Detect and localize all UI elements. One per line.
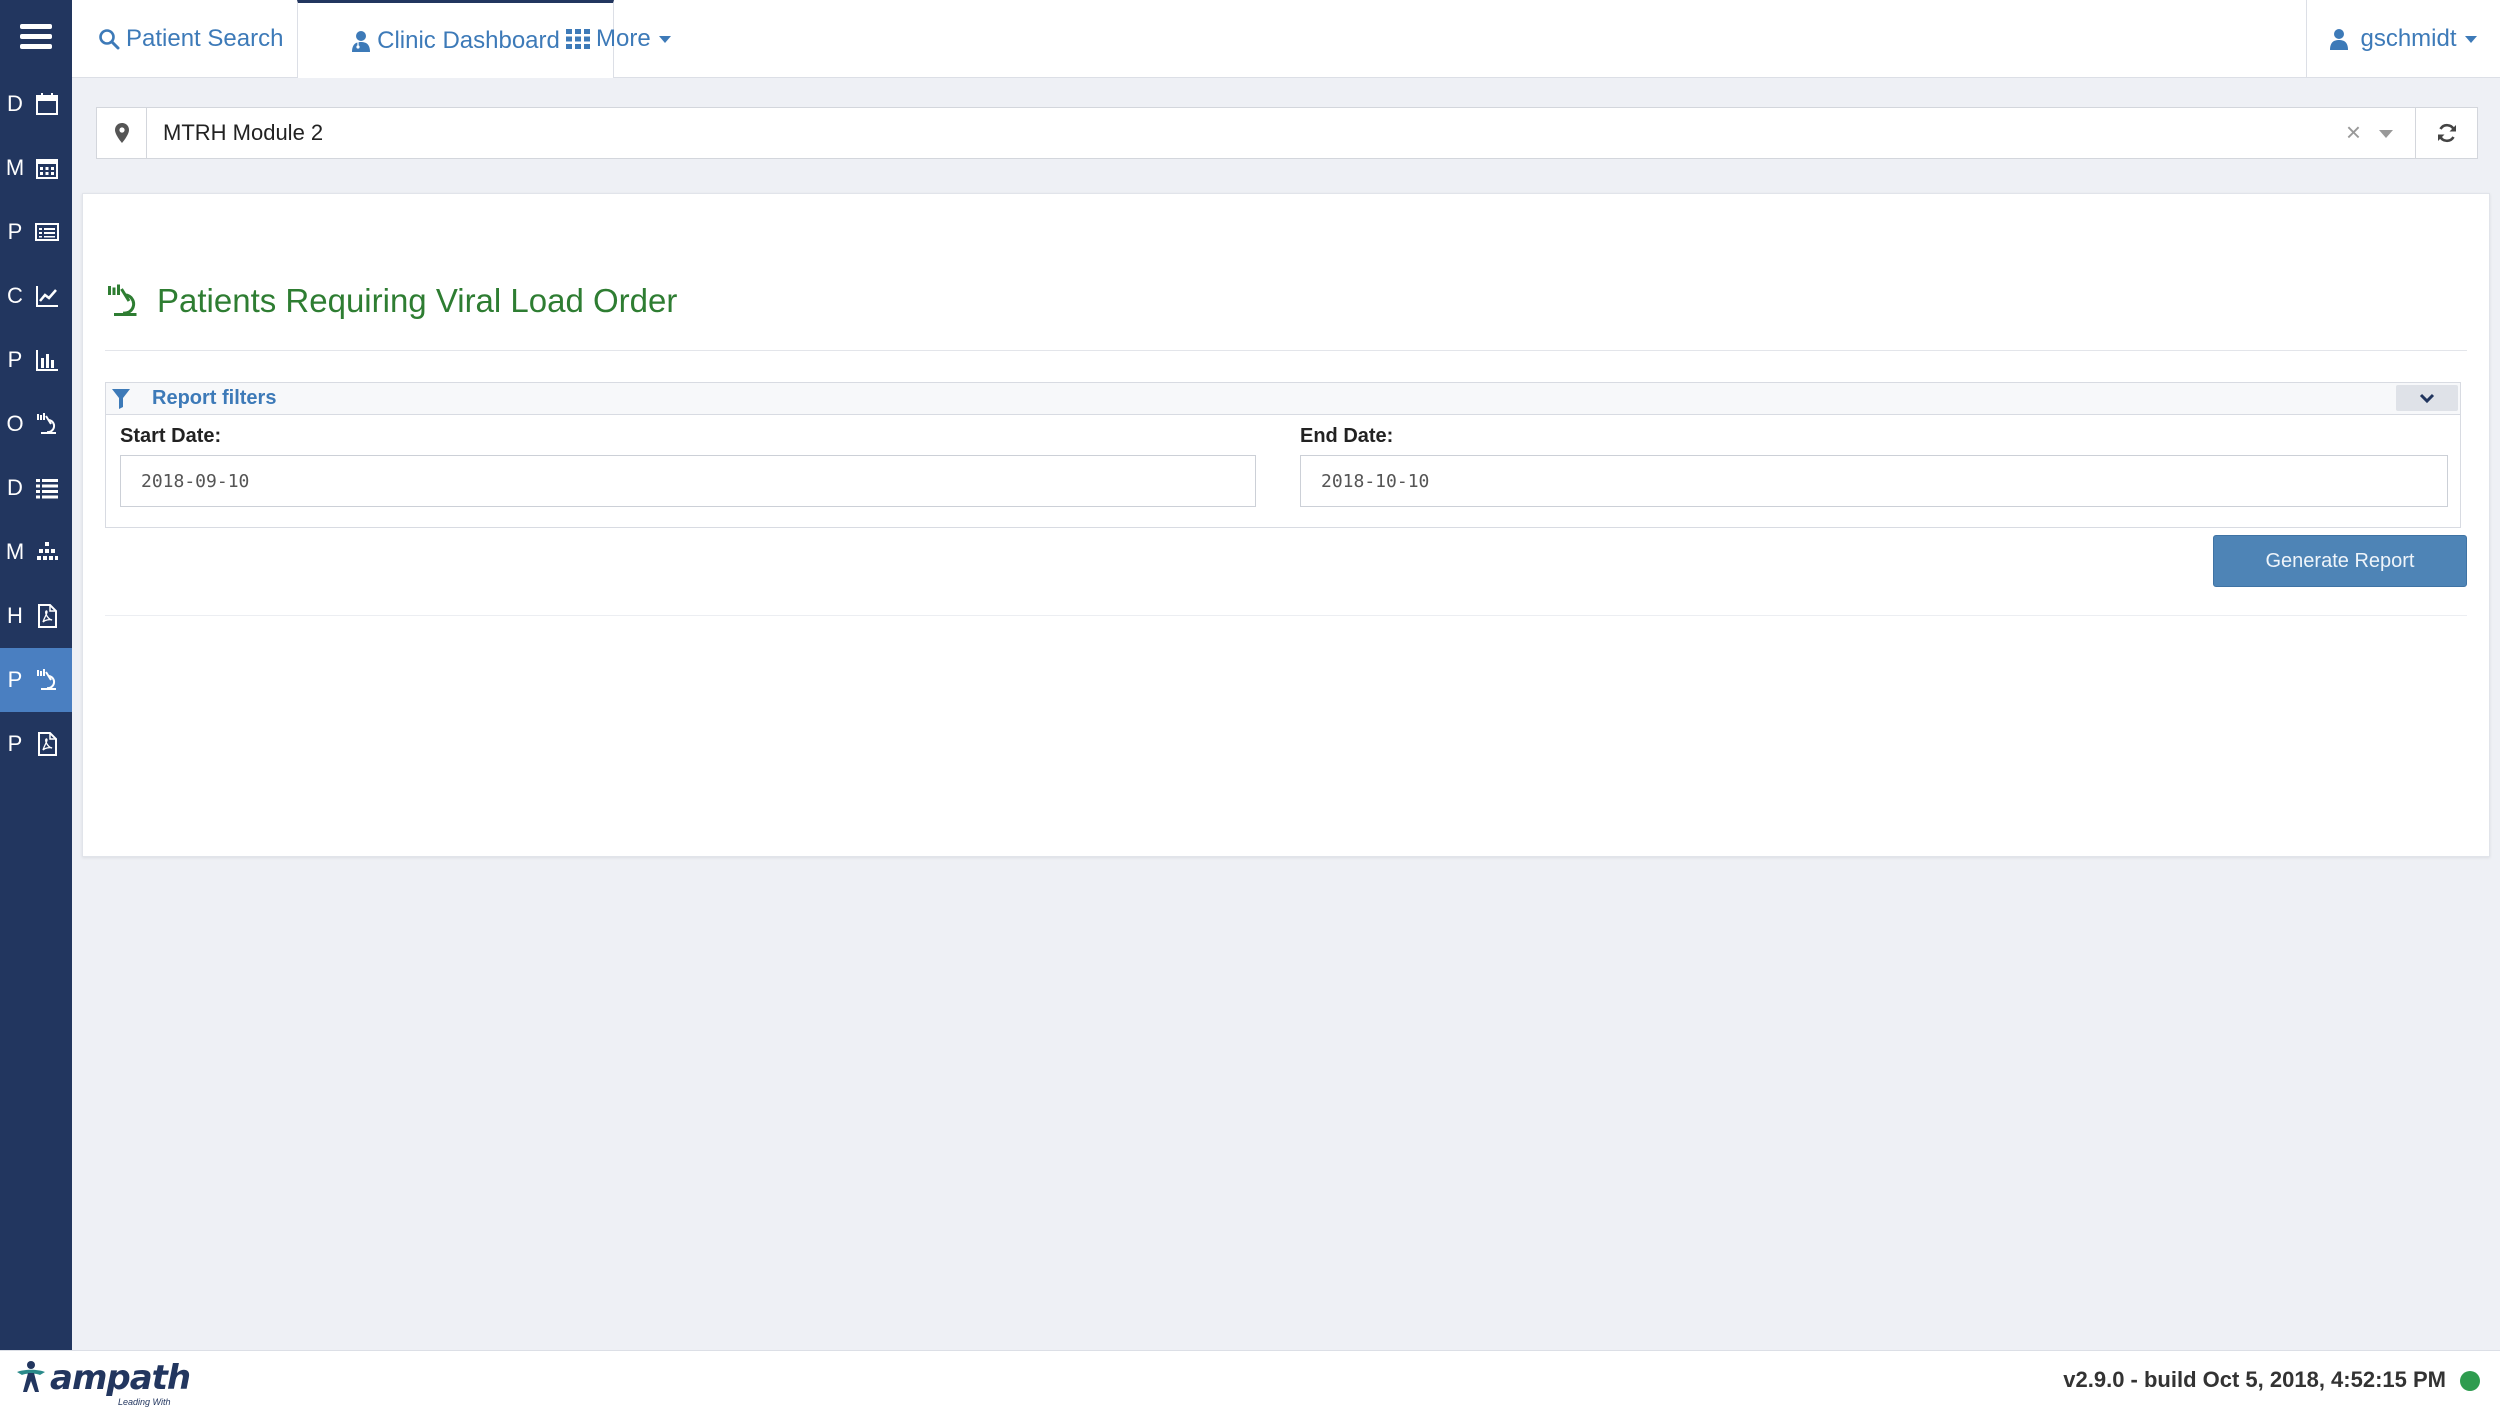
report-filters-label: Report filters [152, 387, 277, 409]
sidebar-item-hiv-summary[interactable]: H [0, 584, 72, 648]
sidebar-item-letter: P [7, 347, 23, 372]
location-selector: MTRH Module 2 × [96, 107, 2478, 159]
refresh-icon [2436, 122, 2458, 144]
start-date-value: 2018-09-10 [141, 470, 250, 492]
sidebar-item-letter: O [6, 411, 24, 436]
hamburger-icon [20, 19, 52, 54]
list-icon [34, 475, 60, 501]
sidebar-item-letter: C [7, 283, 23, 308]
user-md-icon [351, 30, 371, 52]
tab-patient-search-label: Patient Search [126, 25, 284, 52]
sidebar-item-viral-load-order[interactable]: P [0, 648, 72, 712]
menu-toggle-button[interactable] [0, 0, 72, 72]
calendar-icon [34, 91, 60, 117]
divider [105, 350, 2467, 351]
end-date-input[interactable]: 2018-10-10 [1300, 455, 2448, 507]
filter-icon [112, 388, 130, 409]
grid-icon [566, 29, 590, 49]
sidebar-item-moh-reports[interactable]: M [0, 520, 72, 584]
calendar-grid-icon [34, 155, 60, 181]
sidebar-item-letter: D [7, 475, 23, 500]
sidebar-item-letter: H [7, 603, 23, 628]
version-info: v2.9.0 - build Oct 5, 2018, 4:52:15 PM [2063, 1367, 2446, 1392]
report-filters-panel: Report filters Start Date: 2018-09-10 En… [105, 382, 2461, 528]
divider [105, 615, 2467, 616]
sidebar-item-daily-appointments[interactable]: D [0, 72, 72, 136]
sidebar: D M P C P O D M H P P [0, 0, 72, 1350]
sidebar-item-monthly-schedule[interactable]: M [0, 136, 72, 200]
microscope-icon [34, 411, 60, 437]
sidebar-item-letter: M [5, 155, 25, 180]
microscope-icon [34, 667, 60, 693]
top-navbar: Patient Search Clinic Dashboard More gsc… [72, 0, 2500, 78]
end-date-label: End Date: [1300, 425, 1394, 447]
pdf-file-icon [34, 603, 60, 629]
sitemap-icon [34, 539, 60, 565]
sidebar-item-clinic-trends[interactable]: C [0, 264, 72, 328]
logo-text: ampath [50, 1358, 191, 1398]
line-chart-icon [34, 283, 60, 309]
clear-location-icon[interactable]: × [2346, 119, 2361, 145]
sidebar-item-letter: D [7, 91, 23, 116]
microscope-icon [105, 283, 141, 319]
list-card-icon [34, 219, 60, 245]
map-marker-icon [97, 108, 147, 158]
collapse-filters-button[interactable] [2396, 385, 2458, 411]
ampath-logo: ampath Leading With Care [14, 1358, 191, 1407]
caret-down-icon [2464, 35, 2477, 43]
user-menu-dropdown[interactable]: gschmidt [2306, 0, 2500, 78]
online-status-indicator [2460, 1371, 2480, 1391]
end-date-value: 2018-10-10 [1321, 470, 1430, 492]
sidebar-item-letter: P [7, 731, 23, 756]
sidebar-item-orders[interactable]: O [0, 392, 72, 456]
tab-clinic-dashboard-label: Clinic Dashboard [377, 26, 560, 54]
tab-patient-search[interactable]: Patient Search [98, 0, 283, 78]
location-value: MTRH Module 2 [163, 120, 324, 145]
page-title: Patients Requiring Viral Load Order [157, 282, 678, 319]
sidebar-item-defaulter-list[interactable]: D [0, 456, 72, 520]
start-date-label: Start Date: [120, 425, 222, 447]
footer: ampath Leading With Care v2.9.0 - build … [0, 1350, 2500, 1407]
more-menu-dropdown[interactable]: More [566, 0, 671, 78]
pdf-file-icon [34, 731, 60, 757]
bar-chart-icon [34, 347, 60, 373]
location-select-input[interactable]: MTRH Module 2 × [147, 108, 2415, 158]
username-label: gschmidt [2360, 25, 2457, 52]
search-icon [98, 28, 120, 50]
more-menu-label: More [596, 25, 651, 52]
report-filters-header[interactable]: Report filters [106, 383, 2460, 415]
generate-report-button[interactable]: Generate Report [2213, 535, 2467, 587]
refresh-location-button[interactable] [2415, 108, 2477, 158]
ampath-figure-icon [14, 1359, 48, 1395]
start-date-input[interactable]: 2018-09-10 [120, 455, 1256, 507]
sidebar-item-letter: P [7, 667, 23, 692]
report-panel: Patients Requiring Viral Load Order Repo… [82, 193, 2490, 857]
dropdown-arrow-icon[interactable] [2379, 130, 2393, 138]
sidebar-item-letter: M [5, 539, 25, 564]
caret-down-icon [658, 35, 671, 43]
report-header: Patients Requiring Viral Load Order [105, 282, 677, 320]
logo-tagline: Leading With Care [118, 1397, 171, 1407]
sidebar-item-program-reports[interactable]: P [0, 328, 72, 392]
sidebar-item-letter: P [7, 219, 23, 244]
chevron-down-icon [2419, 392, 2435, 404]
sidebar-item-pdf-report[interactable]: P [0, 712, 72, 776]
sidebar-item-patient-list[interactable]: P [0, 200, 72, 264]
user-icon [2330, 28, 2349, 50]
